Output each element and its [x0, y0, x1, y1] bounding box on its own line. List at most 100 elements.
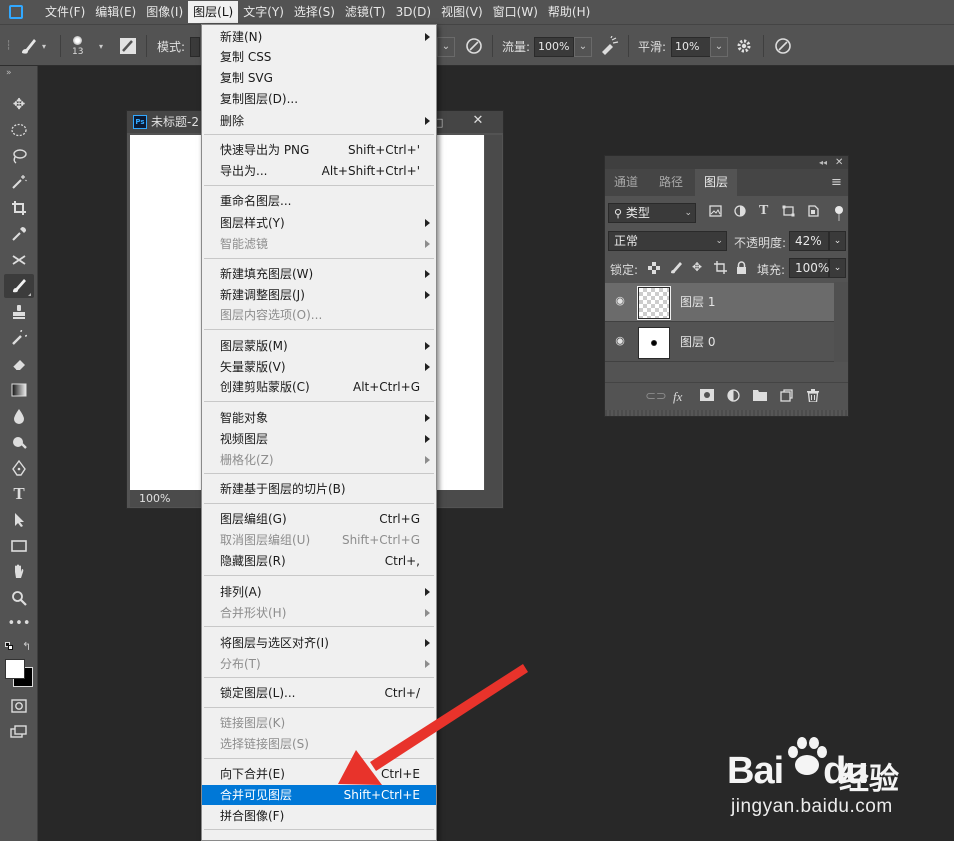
- menu-item-copy-css[interactable]: 复制 CSS: [202, 47, 436, 67]
- brush-tool-icon[interactable]: [4, 274, 34, 298]
- menu-item-rename-layer[interactable]: 重命名图层...: [202, 191, 436, 211]
- fill-dropdown-button[interactable]: ⌄: [829, 258, 846, 278]
- healing-brush-tool-icon[interactable]: [4, 248, 34, 272]
- rectangle-tool-icon[interactable]: [4, 534, 34, 558]
- screen-mode-icon[interactable]: [4, 720, 34, 744]
- zoom-level[interactable]: 100%: [139, 490, 170, 507]
- close-icon[interactable]: ✕: [463, 111, 493, 131]
- add-mask-icon[interactable]: [700, 389, 714, 405]
- filter-type-icon[interactable]: T: [759, 203, 768, 219]
- new-group-folder-icon[interactable]: [753, 389, 767, 405]
- lock-position-icon[interactable]: ✥: [692, 260, 702, 274]
- menu-help[interactable]: 帮助(H): [543, 1, 595, 23]
- prevent-auto-nesting-icon[interactable]: [714, 261, 727, 277]
- crop-tool-icon[interactable]: [4, 196, 34, 220]
- smoothing-input[interactable]: 10%: [671, 37, 711, 57]
- menu-select[interactable]: 选择(S): [289, 1, 340, 23]
- menu-item-merge-visible[interactable]: 合并可见图层 Shift+Ctrl+E: [202, 785, 436, 805]
- menu-item-new-adjustment-layer[interactable]: 新建调整图层(J): [202, 285, 436, 305]
- menu-item-duplicate-layer[interactable]: 复制图层(D)...: [202, 89, 436, 109]
- brush-size-picker[interactable]: 13: [72, 25, 83, 67]
- menu-item-group-layers[interactable]: 图层编组(G) Ctrl+G: [202, 509, 436, 529]
- menu-item-video-layers[interactable]: 视频图层: [202, 429, 436, 449]
- visibility-eye-icon[interactable]: ◉: [613, 294, 627, 308]
- clone-stamp-tool-icon[interactable]: [4, 300, 34, 324]
- flow-dropdown-button[interactable]: ⌄: [574, 37, 592, 57]
- menu-item-align-layers-to-selection[interactable]: 将图层与选区对齐(I): [202, 633, 436, 653]
- new-layer-icon[interactable]: [780, 389, 793, 406]
- airbrush-icon[interactable]: [598, 25, 620, 67]
- toolbox-collapse-icon[interactable]: »: [6, 68, 12, 78]
- pressure-opacity-icon[interactable]: [464, 25, 484, 67]
- new-adjustment-layer-icon[interactable]: [727, 389, 740, 406]
- gear-icon[interactable]: [736, 25, 752, 67]
- menu-item-new[interactable]: 新建(N): [202, 27, 436, 47]
- lock-image-pixels-icon[interactable]: [670, 261, 683, 277]
- flow-input[interactable]: 100%: [534, 37, 574, 57]
- tab-layers[interactable]: 图层: [695, 169, 737, 196]
- filter-toggle-icon[interactable]: [835, 206, 843, 214]
- layer-style-fx-icon[interactable]: fx: [673, 389, 682, 405]
- layer-row[interactable]: ◉ 图层 1: [605, 283, 834, 322]
- menu-edit[interactable]: 编辑(E): [90, 1, 141, 23]
- menu-item-create-clipping-mask[interactable]: 创建剪贴蒙版(C) Alt+Ctrl+G: [202, 377, 436, 397]
- menu-layer[interactable]: 图层(L): [188, 1, 239, 23]
- filter-pixel-icon[interactable]: [709, 205, 722, 220]
- link-layers-icon[interactable]: ⊂⊃: [645, 389, 667, 404]
- menu-view[interactable]: 视图(V): [436, 1, 488, 23]
- menu-item-delete[interactable]: 删除: [202, 111, 436, 131]
- opacity-dropdown-button[interactable]: ⌄: [829, 231, 846, 251]
- brush-settings-panel-icon[interactable]: [118, 25, 138, 67]
- smoothing-dropdown-button[interactable]: ⌄: [710, 37, 728, 57]
- zoom-tool-icon[interactable]: [4, 586, 34, 610]
- fill-input[interactable]: 100%: [789, 258, 829, 278]
- tab-paths[interactable]: 路径: [650, 169, 692, 196]
- type-tool-icon[interactable]: T: [4, 482, 34, 506]
- filter-adjustment-icon[interactable]: [734, 205, 746, 220]
- menu-item-new-fill-layer[interactable]: 新建填充图层(W): [202, 264, 436, 284]
- history-brush-tool-icon[interactable]: [4, 326, 34, 350]
- pressure-size-icon[interactable]: [773, 25, 793, 67]
- menu-item-merge-down[interactable]: 向下合并(E) Ctrl+E: [202, 764, 436, 784]
- menu-item-hide-layers[interactable]: 隐藏图层(R) Ctrl+,: [202, 551, 436, 571]
- menu-item-smart-object[interactable]: 智能对象: [202, 408, 436, 428]
- visibility-eye-icon[interactable]: ◉: [613, 334, 627, 348]
- menu-image[interactable]: 图像(I): [141, 1, 188, 23]
- panel-header[interactable]: ◂◂ ✕: [605, 156, 848, 169]
- vertical-scrollbar[interactable]: [485, 135, 502, 490]
- menu-item-quick-export-png[interactable]: 快速导出为 PNG Shift+Ctrl+': [202, 140, 436, 160]
- opacity-input[interactable]: 42%: [789, 231, 829, 251]
- menu-item-new-layer-based-slice[interactable]: 新建基于图层的切片(B): [202, 479, 436, 499]
- menu-filter[interactable]: 滤镜(T): [340, 1, 391, 23]
- lock-all-icon[interactable]: [736, 261, 747, 277]
- menu-item-flatten-image[interactable]: 拼合图像(F): [202, 806, 436, 826]
- menu-item-arrange[interactable]: 排列(A): [202, 582, 436, 602]
- opacity-dropdown-button[interactable]: ⌄: [437, 37, 455, 57]
- eraser-tool-icon[interactable]: [4, 352, 34, 376]
- marquee-tool-icon[interactable]: [4, 118, 34, 142]
- filter-smart-object-icon[interactable]: [807, 205, 819, 220]
- blend-mode-select[interactable]: 正常 ⌄: [608, 231, 727, 251]
- menu-file[interactable]: 文件(F): [40, 1, 90, 23]
- menu-item-export-as[interactable]: 导出为... Alt+Shift+Ctrl+': [202, 161, 436, 181]
- pen-tool-icon[interactable]: [4, 456, 34, 480]
- menu-item-layer-style[interactable]: 图层样式(Y): [202, 213, 436, 233]
- menu-type[interactable]: 文字(Y): [238, 1, 289, 23]
- layer-filter-select[interactable]: ⚲ 类型 ⌄: [608, 203, 696, 223]
- more-tools-icon[interactable]: •••: [4, 612, 34, 636]
- tab-channels[interactable]: 通道: [605, 169, 647, 196]
- menu-item-lock-layers[interactable]: 锁定图层(L)... Ctrl+/: [202, 683, 436, 703]
- eyedropper-tool-icon[interactable]: [4, 222, 34, 246]
- chevron-down-icon[interactable]: ▾: [42, 25, 46, 67]
- collapse-panel-icon[interactable]: ◂◂: [819, 156, 827, 169]
- layer-row[interactable]: ◉ 图层 0: [605, 323, 834, 362]
- swap-colors-icon[interactable]: ↰: [22, 640, 31, 653]
- menu-item-vector-mask[interactable]: 矢量蒙版(V): [202, 357, 436, 377]
- hand-tool-icon[interactable]: [4, 560, 34, 584]
- menu-item-layer-mask[interactable]: 图层蒙版(M): [202, 336, 436, 356]
- mode-select[interactable]: [190, 37, 200, 57]
- default-colors-icon[interactable]: [5, 642, 13, 650]
- panel-menu-icon[interactable]: ≡: [831, 175, 842, 190]
- quick-mask-icon[interactable]: [4, 694, 34, 718]
- dodge-tool-icon[interactable]: [4, 430, 34, 454]
